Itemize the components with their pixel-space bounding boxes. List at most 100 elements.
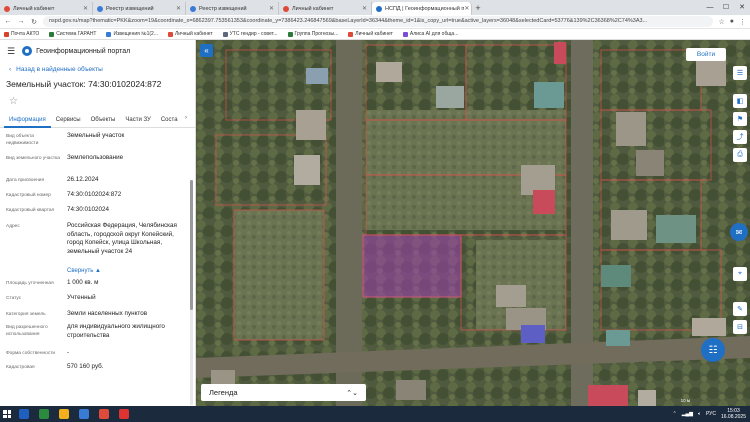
bookmarks-bar: Почта АКТО Система ГАРАНТ Извещения №1(2..… (0, 29, 750, 40)
tab-close-icon[interactable]: ✕ (464, 5, 469, 12)
property-value: Учтенный (67, 294, 96, 301)
legend-dropdown[interactable]: Легенда ⌃⌄ (201, 384, 366, 401)
maximize-icon[interactable]: ☐ (718, 0, 734, 15)
collapse-address-link[interactable]: Свернуть ▲ (67, 267, 187, 279)
property-row: Вид разрешенного использования для индиви… (0, 323, 195, 349)
start-button[interactable] (0, 406, 14, 422)
app-glyph-icon (119, 409, 129, 419)
satellite-map[interactable]: « Войти ☰ ◧ ⚑ ⤴ ⎙ ✉ ⌖ ✎ ⊟ ☷ Легенда ⌃⌄ 1… (196, 40, 750, 406)
volume-icon[interactable]: 🔈︎ (698, 411, 701, 417)
favorite-star-icon[interactable]: ☆ (0, 92, 195, 112)
property-key: Площадь уточненная (6, 281, 54, 286)
tab-title: Личный кабинет (13, 5, 55, 12)
tray-up-icon[interactable]: ⌃ (673, 411, 677, 417)
property-value: 74:30:0102024 (67, 206, 110, 213)
info-tab[interactable]: Части ЗУ (120, 112, 155, 128)
selected-parcel[interactable] (362, 234, 462, 298)
bookmark-label: Личный кабинет (175, 31, 213, 37)
tab-favicon-icon (4, 5, 10, 12)
taskbar-app-icon[interactable] (14, 406, 34, 422)
back-arrow-icon[interactable]: ← (4, 18, 12, 25)
forward-arrow-icon[interactable]: → (17, 18, 25, 25)
assistant-icon[interactable]: ✉ (730, 223, 748, 241)
new-tab-button[interactable]: + (472, 2, 484, 15)
tab-close-icon[interactable]: ✕ (269, 5, 274, 12)
reload-icon[interactable]: ↻ (30, 18, 38, 26)
hamburger-menu-icon[interactable]: ☰ (7, 46, 15, 57)
property-list: Вид объекта недвижимости Земельный участо… (0, 128, 195, 375)
clock[interactable]: 15:03 16.08.2025 (721, 408, 746, 420)
bookmark-item[interactable]: Почта АКТО (4, 31, 39, 37)
share-icon[interactable]: ⤴ (733, 130, 747, 144)
measure-icon[interactable]: ⌖ (733, 267, 747, 281)
parcel-title: Земельный участок: 74:30:0102024:872 (6, 79, 162, 89)
bookmark-icon[interactable]: ⚑ (733, 112, 747, 126)
menu-icon[interactable]: ☰ (733, 66, 747, 80)
bookmark-item[interactable]: Алиса AI для обща... (402, 31, 458, 37)
taskbar-app-icon[interactable] (34, 406, 54, 422)
legend-label: Легенда (209, 388, 238, 397)
tab-favicon-icon (376, 5, 382, 12)
taskbar-app-icon[interactable] (94, 406, 114, 422)
browser-tab[interactable]: НСПД | Геоинформационный п ✕ (372, 2, 472, 15)
bookmark-item[interactable]: УТС гендир - совет... (222, 31, 278, 37)
browser-tab[interactable]: Реестр извещений ✕ (186, 2, 279, 15)
chat-icon[interactable]: ☷ (701, 338, 725, 362)
property-value: 26.12.2024 (67, 176, 99, 183)
collapse-panel-button[interactable]: « (200, 44, 213, 57)
map-side-tools: ⌖ (733, 267, 747, 281)
bookmark-item[interactable]: Извещения №1(2... (106, 31, 158, 37)
taskbar-app-icon[interactable] (74, 406, 94, 422)
tab-title: Личный кабинет (292, 5, 334, 12)
bookmark-label: Личный кабинет (355, 31, 393, 37)
back-to-results-link[interactable]: ‹ Назад в найденные объекты (0, 62, 195, 76)
browser-tab[interactable]: Личный кабинет ✕ (279, 2, 372, 15)
clock-date: 16.08.2025 (720, 414, 746, 420)
property-key: Кадастровый квартал (6, 208, 55, 213)
bookmark-star-icon[interactable]: ☆ (718, 18, 724, 26)
bookmark-favicon-icon (4, 31, 9, 37)
browser-tab[interactable]: Реестр извещений ✕ (93, 2, 186, 15)
url-bar[interactable]: nspd.gov.ru/map?thematic=PKK&zoom=19&coo… (43, 16, 714, 27)
windows-taskbar: ⌃ ▂▄▆ 🔈︎ РУС 15:03 16.08.2025 (0, 406, 750, 422)
tab-close-icon[interactable]: ✕ (83, 5, 88, 12)
info-tab[interactable]: Сервисы (51, 112, 86, 128)
layers-icon[interactable]: ◧ (733, 94, 747, 108)
tab-close-icon[interactable]: ✕ (362, 5, 367, 12)
info-tab[interactable]: Соста (156, 112, 183, 128)
bookmark-item[interactable]: Личный кабинет (168, 31, 213, 37)
bookmark-label: Группа Прогнозы... (294, 31, 339, 37)
profile-icon[interactable]: ● (730, 18, 734, 26)
property-row: Категория земель Земли населенных пунктов (0, 310, 195, 323)
property-row: Площадь уточненная 1 000 кв. м (0, 279, 195, 294)
bookmark-item[interactable]: Группа Прогнозы... (287, 31, 339, 37)
info-tab[interactable]: Объекты (86, 112, 121, 128)
network-icon[interactable]: ▂▄▆ (682, 411, 693, 417)
draw-icon[interactable]: ✎ (733, 302, 747, 316)
minimize-icon[interactable]: — (702, 0, 718, 15)
bookmark-favicon-icon (287, 31, 293, 37)
bookmark-item[interactable]: Система ГАРАНТ (49, 31, 96, 37)
taskbar-app-icon[interactable] (114, 406, 134, 422)
property-row: Дата присвоения 26.12.2024 (0, 176, 195, 191)
address-actions: ☆ ● ⋮ (718, 18, 746, 26)
portal-logo-icon (22, 46, 33, 56)
tab-close-icon[interactable]: ✕ (176, 5, 181, 12)
tab-title: Реестр извещений (106, 5, 154, 12)
browser-tab[interactable]: Личный кабинет ✕ (0, 2, 93, 15)
bookmark-favicon-icon (49, 31, 55, 37)
tabs-scroll-right-icon[interactable]: › (185, 115, 187, 121)
login-button[interactable]: Войти (686, 48, 726, 61)
bookmark-item[interactable]: Личный кабинет (348, 31, 393, 37)
close-window-icon[interactable]: ✕ (734, 0, 750, 15)
print-icon[interactable]: ⎙ (733, 148, 747, 162)
panel-scrollbar-thumb[interactable] (190, 180, 193, 310)
language-indicator[interactable]: РУС (706, 411, 716, 417)
taskbar-app-icon[interactable] (54, 406, 74, 422)
info-panel: ☰ Геоинформационный портал ‹ Назад в най… (0, 40, 196, 406)
bookmark-favicon-icon (348, 31, 354, 37)
ruler-icon[interactable]: ⊟ (733, 320, 747, 334)
info-tab[interactable]: Информация (4, 112, 51, 128)
tab-favicon-icon (190, 5, 196, 12)
menu-dots-icon[interactable]: ⋮ (739, 18, 746, 26)
